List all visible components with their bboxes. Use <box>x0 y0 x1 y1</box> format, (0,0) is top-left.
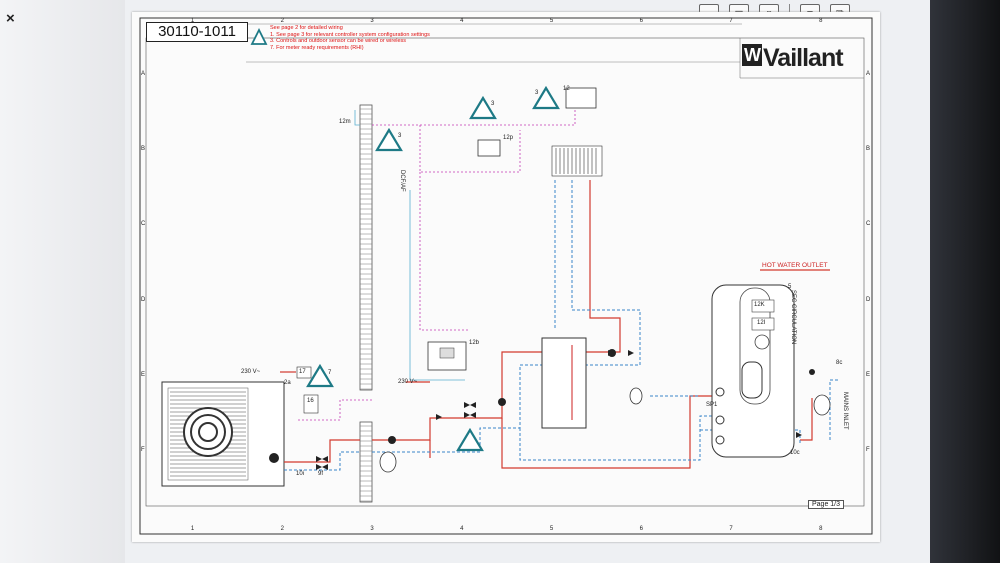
grid-row-label: C <box>141 221 146 228</box>
ref-10i: 10i <box>296 471 305 477</box>
drawing-code: 30110-1011 <box>146 22 248 42</box>
grid-row-label: F <box>866 447 870 454</box>
ref-8c: 8c <box>836 360 843 366</box>
triangle-ref: 3 <box>535 90 539 96</box>
ref-12m: 12m <box>339 119 351 125</box>
grid-col-label: 5 <box>549 526 554 532</box>
controller-12p <box>477 139 501 157</box>
brick-wall-lower <box>359 421 373 503</box>
ref-sp1: SP1 <box>706 402 718 408</box>
grid-col-label: 6 <box>639 18 643 24</box>
grid-col-label: 6 <box>639 526 643 532</box>
ref-12b: 12b <box>469 340 480 346</box>
note-line: 3. Controls and outdoor sensor can be wi… <box>270 38 407 44</box>
grid-col-label: 8 <box>819 526 823 532</box>
brand-logo: W Vaillant <box>742 44 844 73</box>
expansion-vessel-1 <box>379 451 397 473</box>
triangle-ref: 7 <box>328 370 332 376</box>
controller-12 <box>565 87 597 109</box>
schematic-drawing <box>139 17 873 535</box>
drawing-notes: See page 2 for detailed wiring 1. See pa… <box>270 25 430 51</box>
ref-12: 12 <box>563 86 570 92</box>
ref-17: 17 <box>299 369 306 375</box>
voltage-label-indoor: 230 V~ <box>398 379 418 385</box>
hot-water-outlet-label: HOT WATER OUTLET <box>762 262 828 269</box>
grid-col-label: 1 <box>190 526 195 532</box>
expansion-vessel-3 <box>629 387 643 405</box>
grid-row-label: B <box>141 145 146 152</box>
ref-2a: 2a <box>284 380 291 386</box>
ref-16: 16 <box>307 398 314 404</box>
grid-row-label: A <box>866 70 871 77</box>
grid-col-label: 7 <box>729 526 733 532</box>
mains-inlet-label: MAINS INLET <box>842 392 848 430</box>
brand-mark: W <box>742 44 762 66</box>
triangle-ref: 3 <box>491 101 495 107</box>
grid-row-label: E <box>141 371 146 378</box>
expansion-vessel-2 <box>813 394 831 416</box>
grid-col-label: 7 <box>729 18 733 24</box>
grid-col-label: 4 <box>460 526 464 532</box>
buffer-vessel <box>541 337 587 429</box>
grid-col-label: 5 <box>549 18 554 24</box>
ref-dcf: DCF/AF <box>399 170 405 192</box>
radiator <box>551 145 603 177</box>
brand-name: Vaillant <box>763 44 844 72</box>
grid-row-label: B <box>866 145 871 152</box>
grid-col-label: 4 <box>460 18 464 24</box>
warning-triangles <box>306 85 560 452</box>
control-wiring <box>296 110 576 421</box>
brick-wall-upper <box>359 104 373 391</box>
grid-row-label: F <box>141 447 145 454</box>
ref-5: 5 <box>788 284 792 290</box>
grid-row-label: D <box>141 296 146 303</box>
ref-12i: 12I <box>757 320 766 326</box>
note-line: 7. For meter ready requirements (RHI) <box>270 44 364 51</box>
grid-col-label: 8 <box>819 18 823 24</box>
grid-row-label: D <box>866 296 871 303</box>
grid-row-label: A <box>141 70 146 77</box>
hot-water-cylinder <box>711 284 795 458</box>
grid-row-label: E <box>866 371 871 378</box>
ref-10c: 10c <box>790 450 800 456</box>
grid-col-label: 2 <box>280 526 284 532</box>
ref-12p: 12p <box>503 135 514 141</box>
heat-pump-outdoor-unit <box>161 381 285 487</box>
ref-9f: 9f <box>318 471 324 477</box>
triangle-ref: 3 <box>398 133 402 139</box>
voltage-label-outdoor: 230 V~ <box>241 369 261 375</box>
sec-circulation-label: SEC CIRCULATION <box>790 290 796 345</box>
grid-row-label: C <box>866 221 871 228</box>
grid-col-label: 3 <box>370 18 374 24</box>
page-number: Page 1/3 <box>808 500 845 509</box>
grid-col-label: 2 <box>280 18 284 24</box>
grid-col-label: 1 <box>190 18 195 24</box>
ref-12k: 12K <box>754 302 765 308</box>
grid-col-label: 3 <box>370 526 374 532</box>
